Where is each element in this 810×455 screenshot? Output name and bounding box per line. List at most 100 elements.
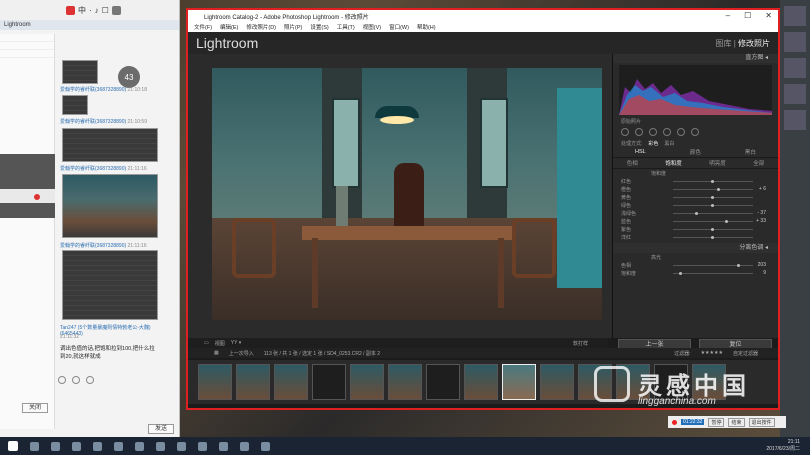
film-thumbnail-selected[interactable]: [502, 364, 536, 400]
profile-color[interactable]: 彩色: [648, 140, 658, 147]
brush-icon[interactable]: [691, 128, 699, 136]
maximize-icon[interactable]: ☐: [744, 11, 751, 20]
emoji-icon[interactable]: [58, 376, 66, 384]
slider-knob[interactable]: [737, 263, 740, 267]
app-icon[interactable]: [177, 441, 186, 451]
slider-track[interactable]: [673, 212, 753, 214]
app-logo-icon[interactable]: [66, 5, 75, 15]
app-icon[interactable]: [114, 441, 123, 451]
close-button[interactable]: 关闭: [22, 403, 48, 413]
exit-button[interactable]: 退出按件: [748, 417, 775, 427]
list-item[interactable]: [0, 50, 54, 58]
slider-knob[interactable]: [711, 227, 714, 231]
app-icon[interactable]: [156, 441, 165, 451]
message-image[interactable]: [62, 250, 158, 320]
wechat-icon[interactable]: [240, 441, 249, 451]
browser-icon[interactable]: [93, 441, 102, 451]
menu-file[interactable]: 文件(F): [194, 23, 212, 31]
desktop-icon[interactable]: [784, 84, 806, 104]
hsl-slider-magenta[interactable]: 洋红: [613, 233, 778, 241]
desktop-icon[interactable]: [784, 58, 806, 78]
module-library[interactable]: 图库: [715, 39, 731, 48]
desktop-icon[interactable]: [784, 6, 806, 26]
menu-view[interactable]: 视图(V): [363, 23, 381, 31]
slider-track[interactable]: [673, 220, 753, 222]
photoshop-taskbar-icon[interactable]: [219, 441, 228, 451]
list-item[interactable]: [0, 154, 55, 218]
grid-icon[interactable]: ▦: [214, 350, 219, 356]
message-image[interactable]: [62, 60, 98, 84]
send-button[interactable]: 发送: [148, 424, 174, 434]
hsl-slider-blue[interactable]: 蓝色 + 33: [613, 217, 778, 225]
pause-button[interactable]: 暂停: [708, 417, 725, 427]
split-toning-header[interactable]: 分离色调 ◂: [613, 243, 778, 253]
film-thumbnail[interactable]: [274, 364, 308, 400]
film-thumbnail[interactable]: [312, 364, 346, 400]
punct-icon[interactable]: ·: [89, 6, 92, 15]
app-icon[interactable]: [135, 441, 144, 451]
voice-icon[interactable]: ♪: [95, 6, 99, 15]
redeye-icon[interactable]: [649, 128, 657, 136]
tab-bw[interactable]: 黑白: [745, 148, 756, 156]
view-label[interactable]: 视图: [215, 340, 225, 347]
filmstrip-source[interactable]: 上一次导入: [229, 350, 254, 357]
filter-dropdown[interactable]: 自定过滤器: [733, 350, 758, 357]
menu-photo[interactable]: 照片(P): [284, 23, 302, 31]
start-icon[interactable]: [8, 441, 18, 451]
hsl-slider-red[interactable]: 红色: [613, 177, 778, 185]
tab-color[interactable]: 颜色: [690, 148, 701, 156]
scissors-icon[interactable]: [72, 376, 80, 384]
menu-help[interactable]: 帮助(H): [417, 23, 436, 31]
slider-knob[interactable]: [725, 219, 728, 223]
message-image[interactable]: [62, 128, 158, 162]
list-item-selected[interactable]: [0, 189, 55, 203]
settings-icon[interactable]: [111, 5, 121, 15]
desktop-icon[interactable]: [784, 110, 806, 130]
menu-settings[interactable]: 设置(S): [310, 23, 328, 31]
lightroom-taskbar-icon[interactable]: [198, 441, 207, 451]
subtab-luminance[interactable]: 明亮度: [709, 159, 726, 167]
hsl-slider-orange[interactable]: 橙色 + 6: [613, 185, 778, 193]
message-image[interactable]: [62, 95, 88, 115]
slider-track[interactable]: [673, 272, 753, 274]
hsl-slider-green[interactable]: 绿色: [613, 201, 778, 209]
menu-tools[interactable]: 工具(T): [337, 23, 355, 31]
image-icon[interactable]: [86, 376, 94, 384]
hsl-slider-yellow[interactable]: 黄色: [613, 193, 778, 201]
slider-knob[interactable]: [717, 187, 720, 191]
list-item[interactable]: [0, 34, 54, 42]
tab-hsl[interactable]: HSL: [635, 149, 646, 155]
slider-track[interactable]: [673, 188, 753, 190]
histogram-header[interactable]: 直方图 ◂: [613, 54, 778, 63]
split-sat-slider[interactable]: 饱和度 9: [613, 269, 778, 277]
hsl-slider-purple[interactable]: 紫色: [613, 225, 778, 233]
radial-filter-icon[interactable]: [677, 128, 685, 136]
menu-edit[interactable]: 编辑(E): [220, 23, 238, 31]
slider-knob[interactable]: [679, 271, 682, 275]
subtab-all[interactable]: 全部: [753, 159, 764, 167]
main-photo[interactable]: [212, 68, 602, 320]
desktop-icon[interactable]: [784, 32, 806, 52]
film-thumbnail[interactable]: [426, 364, 460, 400]
minimize-icon[interactable]: –: [726, 11, 730, 20]
graduated-filter-icon[interactable]: [663, 128, 671, 136]
slider-knob[interactable]: [695, 211, 698, 215]
film-thumbnail[interactable]: [388, 364, 422, 400]
slider-knob[interactable]: [711, 235, 714, 239]
crop-icon[interactable]: [621, 128, 629, 136]
stop-button[interactable]: 结束: [728, 417, 745, 427]
task-view-icon[interactable]: [51, 441, 60, 451]
split-hue-slider[interactable]: 色相 203: [613, 261, 778, 269]
slider-knob[interactable]: [711, 203, 714, 207]
before-after-icon[interactable]: YY ▾: [231, 340, 241, 346]
keyboard-icon[interactable]: ☐: [102, 6, 109, 15]
original-photo-row[interactable]: 原始照片: [613, 117, 778, 125]
view-mode-icon[interactable]: ▭: [204, 340, 209, 346]
subtab-hue[interactable]: 色相: [627, 159, 638, 167]
slider-track[interactable]: [673, 264, 753, 266]
menu-window[interactable]: 窗口(W): [389, 23, 409, 31]
module-develop[interactable]: 修改照片: [738, 39, 770, 48]
film-thumbnail[interactable]: [198, 364, 232, 400]
explorer-icon[interactable]: [72, 441, 81, 451]
message-image[interactable]: [62, 174, 158, 238]
